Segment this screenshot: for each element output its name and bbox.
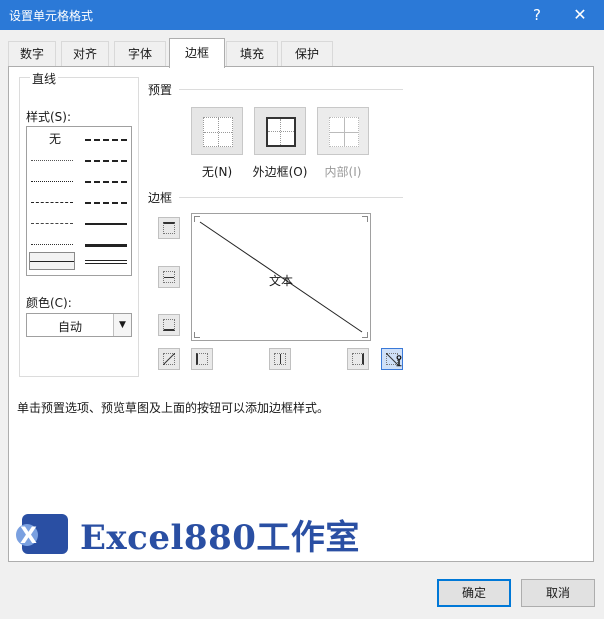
preset-none-label: 无(N) xyxy=(201,165,233,179)
line-style-dashed[interactable] xyxy=(31,235,73,253)
preset-inside-icon xyxy=(329,117,359,147)
chevron-down-icon[interactable]: ▼ xyxy=(113,314,131,336)
style-label: 样式(S): xyxy=(26,110,72,124)
border-left-icon xyxy=(196,353,208,365)
preview-corner-tl xyxy=(194,216,200,222)
hint-text: 单击预置选项、预览草图及上面的按钮可以添加边框样式。 xyxy=(17,401,330,415)
format-cells-dialog: 设置单元格格式 ? ✕ 数字 对齐 字体 边框 填充 保护 直线 样式(S): … xyxy=(0,0,604,619)
line-style-medium-dashed[interactable] xyxy=(85,193,127,211)
dialog-title: 设置单元格格式 xyxy=(9,9,94,23)
preset-outline-icon xyxy=(266,117,296,147)
preset-none-button[interactable] xyxy=(191,107,243,155)
line-style-list[interactable]: 无 xyxy=(26,126,132,276)
line-style-none[interactable]: 无 xyxy=(33,130,77,148)
line-style-thin[interactable] xyxy=(29,252,75,270)
border-left-button[interactable] xyxy=(191,348,213,370)
preset-outline-label: 外边框(O) xyxy=(252,165,308,179)
tab-protection[interactable]: 保护 xyxy=(281,41,333,67)
ok-button[interactable]: 确定 xyxy=(437,579,511,607)
border-title: 边框 xyxy=(148,191,173,205)
line-style-medium[interactable] xyxy=(85,214,127,232)
preview-corner-tr xyxy=(362,216,368,222)
watermark-logo: X xyxy=(16,514,68,554)
diagonal-up-icon xyxy=(163,353,175,365)
border-top-button[interactable] xyxy=(158,217,180,239)
preview-corner-bl xyxy=(194,332,200,338)
line-style-medium-dash-dot-dot[interactable] xyxy=(85,130,127,148)
border-divider xyxy=(179,197,403,198)
tab-alignment[interactable]: 对齐 xyxy=(61,41,109,67)
preset-inside-button xyxy=(317,107,369,155)
preview-corner-br xyxy=(362,332,368,338)
title-bar: 设置单元格格式 ? ✕ xyxy=(0,0,604,30)
line-style-slant-dash-dot[interactable] xyxy=(85,151,127,169)
preview-text: 文本 xyxy=(268,274,293,288)
watermark-text: Excel880工作室 xyxy=(80,518,360,558)
color-value: 自动 xyxy=(57,320,82,334)
border-preview[interactable]: 文本 xyxy=(191,213,371,341)
line-style-dash-dot[interactable] xyxy=(31,214,73,232)
close-button[interactable]: ✕ xyxy=(558,0,602,30)
line-style-dash-dot-dot[interactable] xyxy=(31,193,73,211)
border-right-button[interactable] xyxy=(347,348,369,370)
help-button[interactable]: ? xyxy=(515,0,559,30)
border-diagonal-up-button[interactable] xyxy=(158,348,180,370)
presets-title: 预置 xyxy=(148,83,173,97)
border-inside-horizontal-icon xyxy=(163,271,175,283)
color-label: 颜色(C): xyxy=(26,296,72,310)
border-inside-horizontal-button[interactable] xyxy=(158,266,180,288)
presets-divider xyxy=(179,89,403,90)
border-bottom-icon xyxy=(163,319,175,331)
border-inside-vertical-icon xyxy=(274,353,286,365)
tab-number[interactable]: 数字 xyxy=(8,41,56,67)
line-group: 直线 样式(S): 无 颜色(C): 自动 ▼ xyxy=(19,70,139,377)
line-style-double[interactable] xyxy=(85,254,127,272)
preset-outline-button[interactable] xyxy=(254,107,306,155)
tab-fill[interactable]: 填充 xyxy=(226,41,278,67)
border-tab-panel: 直线 样式(S): 无 颜色(C): 自动 ▼ 预置 无(N) 外边框(O) 内… xyxy=(8,66,594,562)
border-top-icon xyxy=(163,222,175,234)
text-cursor-icon: ⟟ xyxy=(396,351,402,370)
border-bottom-button[interactable] xyxy=(158,314,180,336)
tab-border[interactable]: 边框 xyxy=(169,38,225,68)
preset-inside-label: 内部(I) xyxy=(324,165,362,179)
line-style-hair[interactable] xyxy=(31,151,73,169)
watermark-badge-text: X xyxy=(20,524,37,549)
line-style-medium-dash-dot[interactable] xyxy=(85,172,127,190)
line-style-thick[interactable] xyxy=(85,235,127,253)
tab-font[interactable]: 字体 xyxy=(114,41,166,67)
line-style-dotted[interactable] xyxy=(31,172,73,190)
border-right-icon xyxy=(352,353,364,365)
line-group-title: 直线 xyxy=(30,70,59,87)
color-dropdown[interactable]: 自动 ▼ xyxy=(26,313,132,337)
preset-none-icon xyxy=(203,117,233,147)
cancel-button[interactable]: 取消 xyxy=(521,579,595,607)
border-inside-vertical-button[interactable] xyxy=(269,348,291,370)
